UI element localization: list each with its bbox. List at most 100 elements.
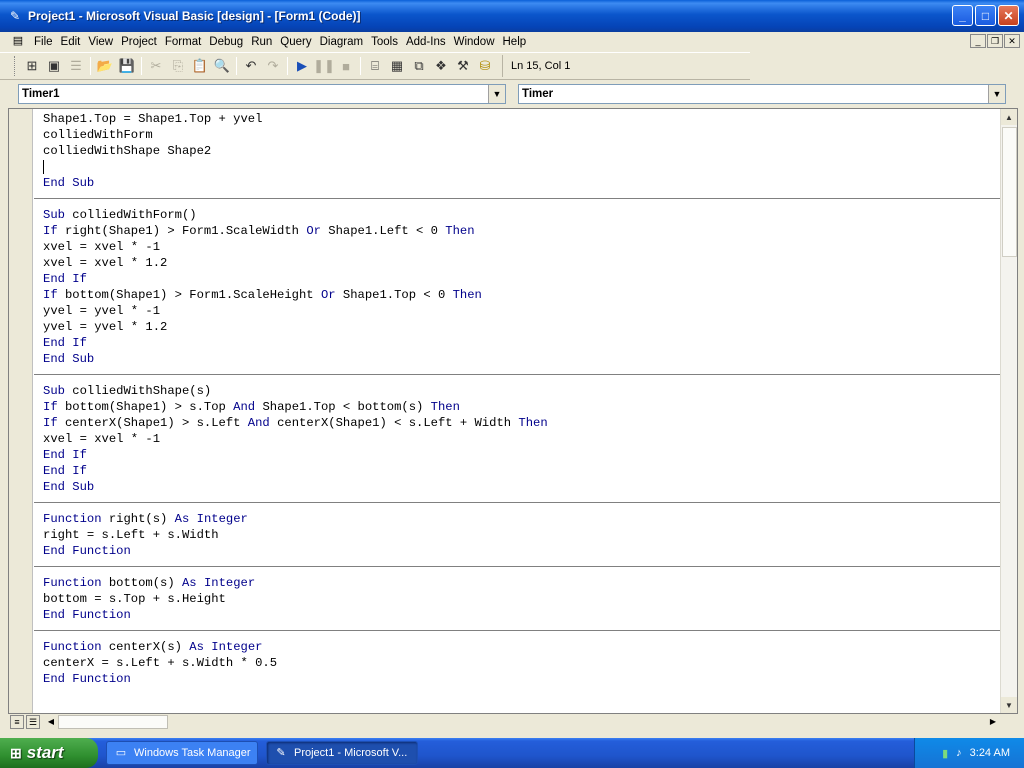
- menu-project[interactable]: Project: [117, 36, 161, 48]
- start-button[interactable]: ⊞ start: [0, 738, 98, 768]
- redo-icon[interactable]: ↷: [262, 55, 284, 77]
- code-line[interactable]: xvel = xvel * -1: [34, 239, 1000, 255]
- copy-icon[interactable]: ⎘: [167, 55, 189, 77]
- menu-help[interactable]: Help: [499, 36, 531, 48]
- object-combo[interactable]: Timer1 ▼: [18, 84, 506, 104]
- undo-icon[interactable]: ↶: [240, 55, 262, 77]
- code-line[interactable]: End Function: [34, 607, 1000, 623]
- code-line[interactable]: End Function: [34, 671, 1000, 687]
- code-line[interactable]: End If: [34, 335, 1000, 351]
- chevron-down-icon[interactable]: ▼: [988, 85, 1005, 103]
- code-line[interactable]: End Sub: [34, 175, 1000, 191]
- code-line[interactable]: End If: [34, 271, 1000, 287]
- code-line[interactable]: [34, 159, 1000, 175]
- chevron-down-icon[interactable]: ▼: [488, 85, 505, 103]
- vertical-scrollbar[interactable]: ▲ ▼: [1000, 109, 1017, 713]
- object-browser-icon[interactable]: ❖: [430, 55, 452, 77]
- toolbar-grip[interactable]: [14, 56, 17, 76]
- end-icon[interactable]: ■: [335, 55, 357, 77]
- scroll-left-icon[interactable]: ◀: [44, 715, 58, 729]
- code-line[interactable]: colliedWithForm: [34, 127, 1000, 143]
- menu-window[interactable]: Window: [450, 36, 499, 48]
- tray-network-icon[interactable]: ▮: [942, 747, 948, 760]
- menu-view[interactable]: View: [84, 36, 117, 48]
- code-line[interactable]: Shape1.Top = Shape1.Top + yvel: [34, 111, 1000, 127]
- code-line[interactable]: If right(Shape1) > Form1.ScaleWidth Or S…: [34, 223, 1000, 239]
- scroll-right-icon[interactable]: ▶: [986, 715, 1000, 729]
- code-line[interactable]: If bottom(Shape1) > s.Top And Shape1.Top…: [34, 399, 1000, 415]
- menu-run[interactable]: Run: [247, 36, 276, 48]
- data-view-icon[interactable]: ⛁: [474, 55, 496, 77]
- start-icon[interactable]: ▶: [291, 55, 313, 77]
- menu-tools[interactable]: Tools: [367, 36, 402, 48]
- mdi-minimize-button[interactable]: _: [970, 34, 986, 48]
- code-line[interactable]: Sub colliedWithShape(s): [34, 383, 1000, 399]
- taskbar-item-task-manager[interactable]: ▭ Windows Task Manager: [106, 741, 258, 765]
- code-text[interactable]: Shape1.Top = Shape1.Top + yvel colliedWit…: [34, 109, 1000, 713]
- break-icon[interactable]: ❚❚: [313, 55, 335, 77]
- code-line[interactable]: End If: [34, 447, 1000, 463]
- code-line[interactable]: If centerX(Shape1) > s.Left And centerX(…: [34, 415, 1000, 431]
- code-line[interactable]: If bottom(Shape1) > Form1.ScaleHeight Or…: [34, 287, 1000, 303]
- project-explorer-icon[interactable]: ⌸: [364, 55, 386, 77]
- code-line[interactable]: xvel = xvel * -1: [34, 431, 1000, 447]
- menu-editor-icon[interactable]: ☰: [65, 55, 87, 77]
- code-line[interactable]: xvel = xvel * 1.2: [34, 255, 1000, 271]
- properties-window-icon[interactable]: ▦: [386, 55, 408, 77]
- window-title: Project1 - Microsoft Visual Basic [desig…: [28, 9, 361, 23]
- save-project-icon[interactable]: 💾: [116, 55, 138, 77]
- menu-file[interactable]: File: [30, 36, 57, 48]
- menu-add-ins[interactable]: Add-Ins: [402, 36, 450, 48]
- taskbar-item-project1[interactable]: ✎ Project1 - Microsoft V...: [266, 741, 418, 765]
- toolbox-icon[interactable]: ⚒: [452, 55, 474, 77]
- mdi-restore-button[interactable]: ❐: [987, 34, 1003, 48]
- code-line[interactable]: End Function: [34, 543, 1000, 559]
- tray-volume-icon[interactable]: ♪: [956, 747, 962, 759]
- scroll-down-icon[interactable]: ▼: [1001, 697, 1017, 713]
- cut-icon[interactable]: ✂: [145, 55, 167, 77]
- taskbar-item-label: Windows Task Manager: [134, 747, 251, 759]
- horizontal-scroll-thumb[interactable]: [58, 715, 168, 729]
- code-margin[interactable]: [9, 109, 33, 713]
- code-line[interactable]: End If: [34, 463, 1000, 479]
- code-editor[interactable]: Shape1.Top = Shape1.Top + yvel colliedWit…: [8, 108, 1018, 714]
- clock[interactable]: 3:24 AM: [970, 747, 1010, 759]
- paste-icon[interactable]: 📋: [189, 55, 211, 77]
- code-line[interactable]: bottom = s.Top + s.Height: [34, 591, 1000, 607]
- window-controls: _ □ ✕: [952, 5, 1019, 26]
- horizontal-scrollbar[interactable]: ≡ ☰ ◀ ▶: [8, 714, 1018, 731]
- add-project-icon[interactable]: ⊞: [21, 55, 43, 77]
- code-line[interactable]: yvel = yvel * -1: [34, 303, 1000, 319]
- add-form-icon[interactable]: ▣: [43, 55, 65, 77]
- procedure-combo[interactable]: Timer ▼: [518, 84, 1006, 104]
- code-line[interactable]: colliedWithShape Shape2: [34, 143, 1000, 159]
- title-bar[interactable]: ✎ Project1 - Microsoft Visual Basic [des…: [0, 0, 1024, 32]
- open-project-icon[interactable]: 📂: [94, 55, 116, 77]
- code-line[interactable]: yvel = yvel * 1.2: [34, 319, 1000, 335]
- menu-debug[interactable]: Debug: [205, 36, 247, 48]
- vb-app-icon[interactable]: ✎: [7, 8, 23, 24]
- full-module-view-icon[interactable]: ☰: [26, 715, 40, 729]
- code-line[interactable]: End Sub: [34, 351, 1000, 367]
- code-line[interactable]: Function right(s) As Integer: [34, 511, 1000, 527]
- form-layout-icon[interactable]: ⧉: [408, 55, 430, 77]
- close-button[interactable]: ✕: [998, 5, 1019, 26]
- code-line[interactable]: right = s.Left + s.Width: [34, 527, 1000, 543]
- vertical-scroll-thumb[interactable]: [1002, 127, 1017, 257]
- mdi-close-button[interactable]: ✕: [1004, 34, 1020, 48]
- minimize-button[interactable]: _: [952, 5, 973, 26]
- scroll-up-icon[interactable]: ▲: [1001, 109, 1017, 125]
- code-window-icon[interactable]: ▤: [10, 34, 26, 50]
- menu-format[interactable]: Format: [161, 36, 205, 48]
- code-line[interactable]: Function centerX(s) As Integer: [34, 639, 1000, 655]
- code-line[interactable]: End Sub: [34, 479, 1000, 495]
- procedure-view-icon[interactable]: ≡: [10, 715, 24, 729]
- menu-edit[interactable]: Edit: [57, 36, 85, 48]
- find-icon[interactable]: 🔍: [211, 55, 233, 77]
- code-line[interactable]: centerX = s.Left + s.Width * 0.5: [34, 655, 1000, 671]
- menu-diagram[interactable]: Diagram: [316, 36, 367, 48]
- maximize-button[interactable]: □: [975, 5, 996, 26]
- menu-query[interactable]: Query: [276, 36, 315, 48]
- code-line[interactable]: Sub colliedWithForm(): [34, 207, 1000, 223]
- code-line[interactable]: Function bottom(s) As Integer: [34, 575, 1000, 591]
